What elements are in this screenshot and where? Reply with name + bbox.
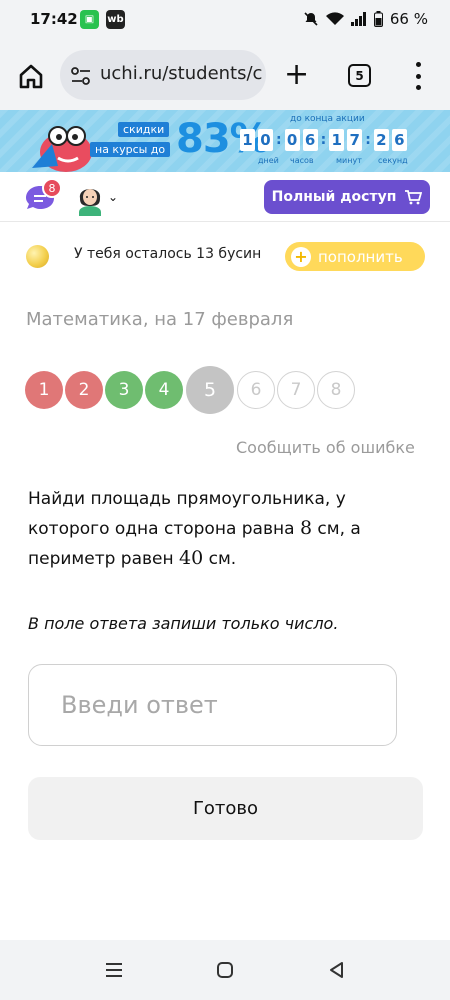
answer-hint: В поле ответа запиши только число.: [28, 614, 339, 633]
countdown-digit: 1: [240, 129, 255, 151]
promo-courses-label: на курсы до: [90, 142, 171, 157]
battery-level: 66 %: [389, 10, 428, 28]
task-progress: 1 2 3 4 5 6 7 8: [25, 366, 445, 414]
task-circle[interactable]: 1: [25, 371, 63, 409]
beads-balance: У тебя осталось 13 бусин: [74, 246, 262, 262]
promo-banner[interactable]: скидки на курсы до 83% до конца акции 1 …: [0, 110, 450, 172]
site-settings-icon[interactable]: [70, 65, 92, 87]
battery-icon: [373, 11, 383, 27]
countdown-digit: 7: [347, 129, 363, 151]
question-part: Найди площадь прямоугольника, у которого…: [28, 489, 346, 539]
countdown-seconds-label: секунд: [378, 156, 408, 165]
cart-icon: [405, 190, 423, 205]
question-number: 8: [299, 517, 313, 539]
new-tab-button[interactable]: +: [284, 60, 309, 90]
browser-toolbar: uchi.ru/students/c + 5: [0, 40, 450, 110]
refill-label: пополнить: [318, 247, 403, 266]
system-nav-bar: [0, 940, 450, 1000]
subject-title: Математика, на 17 февраля: [26, 309, 294, 330]
countdown-digit: 0: [284, 129, 300, 151]
task-circle[interactable]: 3: [105, 371, 143, 409]
countdown-hours-label: часов: [290, 156, 314, 165]
tab-switcher-button[interactable]: 5: [348, 64, 371, 87]
app-header: 8 ⌄ Полный доступ: [0, 172, 450, 222]
task-circle[interactable]: 2: [65, 371, 103, 409]
full-access-button[interactable]: Полный доступ: [264, 180, 430, 214]
browser-menu-icon[interactable]: [413, 62, 423, 90]
url-text: uchi.ru/students/c: [100, 63, 263, 84]
mute-bell-icon: [304, 12, 318, 26]
countdown-digit: 6: [302, 129, 318, 151]
chat-badge: 8: [42, 178, 62, 198]
status-time: 17:42: [30, 10, 78, 28]
answer-input[interactable]: [28, 664, 397, 746]
chevron-down-icon[interactable]: ⌄: [108, 190, 118, 204]
bead-icon: [26, 245, 49, 268]
question-part: см.: [203, 549, 237, 569]
avatar[interactable]: [76, 182, 104, 216]
home-nav-icon[interactable]: [214, 959, 236, 981]
green-app-icon: ▣: [80, 10, 99, 29]
back-icon[interactable]: [326, 959, 348, 981]
refill-button[interactable]: + пополнить: [285, 242, 425, 271]
beads-row: У тебя осталось 13 бусин + пополнить: [0, 236, 450, 276]
countdown-digit: 6: [391, 129, 407, 151]
home-icon[interactable]: [16, 61, 46, 91]
task-circle-current[interactable]: 5: [186, 366, 234, 414]
countdown-digit: 0: [258, 129, 273, 151]
task-circle[interactable]: 7: [277, 371, 315, 409]
task-circle[interactable]: 8: [317, 371, 355, 409]
question-number: 40: [179, 547, 204, 569]
done-button[interactable]: Готово: [28, 777, 423, 840]
status-indicators: 66 %: [303, 10, 428, 28]
countdown-digit: 1: [329, 129, 345, 151]
report-error-link[interactable]: Сообщить об ошибке: [236, 438, 415, 457]
status-bar: 17:42 ▣ wb 66 %: [0, 0, 450, 40]
signal-icon: [350, 12, 366, 26]
promo-discount-label: скидки: [118, 122, 170, 137]
countdown-digit: 2: [373, 129, 389, 151]
recent-apps-icon[interactable]: [103, 959, 125, 981]
countdown-days-label: дней: [258, 156, 279, 165]
countdown-minutes-label: минут: [336, 156, 362, 165]
wb-app-icon: wb: [106, 10, 125, 29]
address-bar[interactable]: uchi.ru/students/c: [60, 50, 266, 100]
question-text: Найди площадь прямоугольника, у которого…: [28, 485, 428, 574]
countdown-timer: 1 0 : 0 6 : 1 7 : 2 6: [240, 129, 410, 151]
task-circle[interactable]: 6: [237, 371, 275, 409]
full-access-label: Полный доступ: [271, 189, 397, 205]
promo-until-label: до конца акции: [290, 114, 365, 124]
task-circle[interactable]: 4: [145, 371, 183, 409]
wifi-icon: [325, 12, 344, 25]
plus-icon: +: [291, 246, 311, 267]
